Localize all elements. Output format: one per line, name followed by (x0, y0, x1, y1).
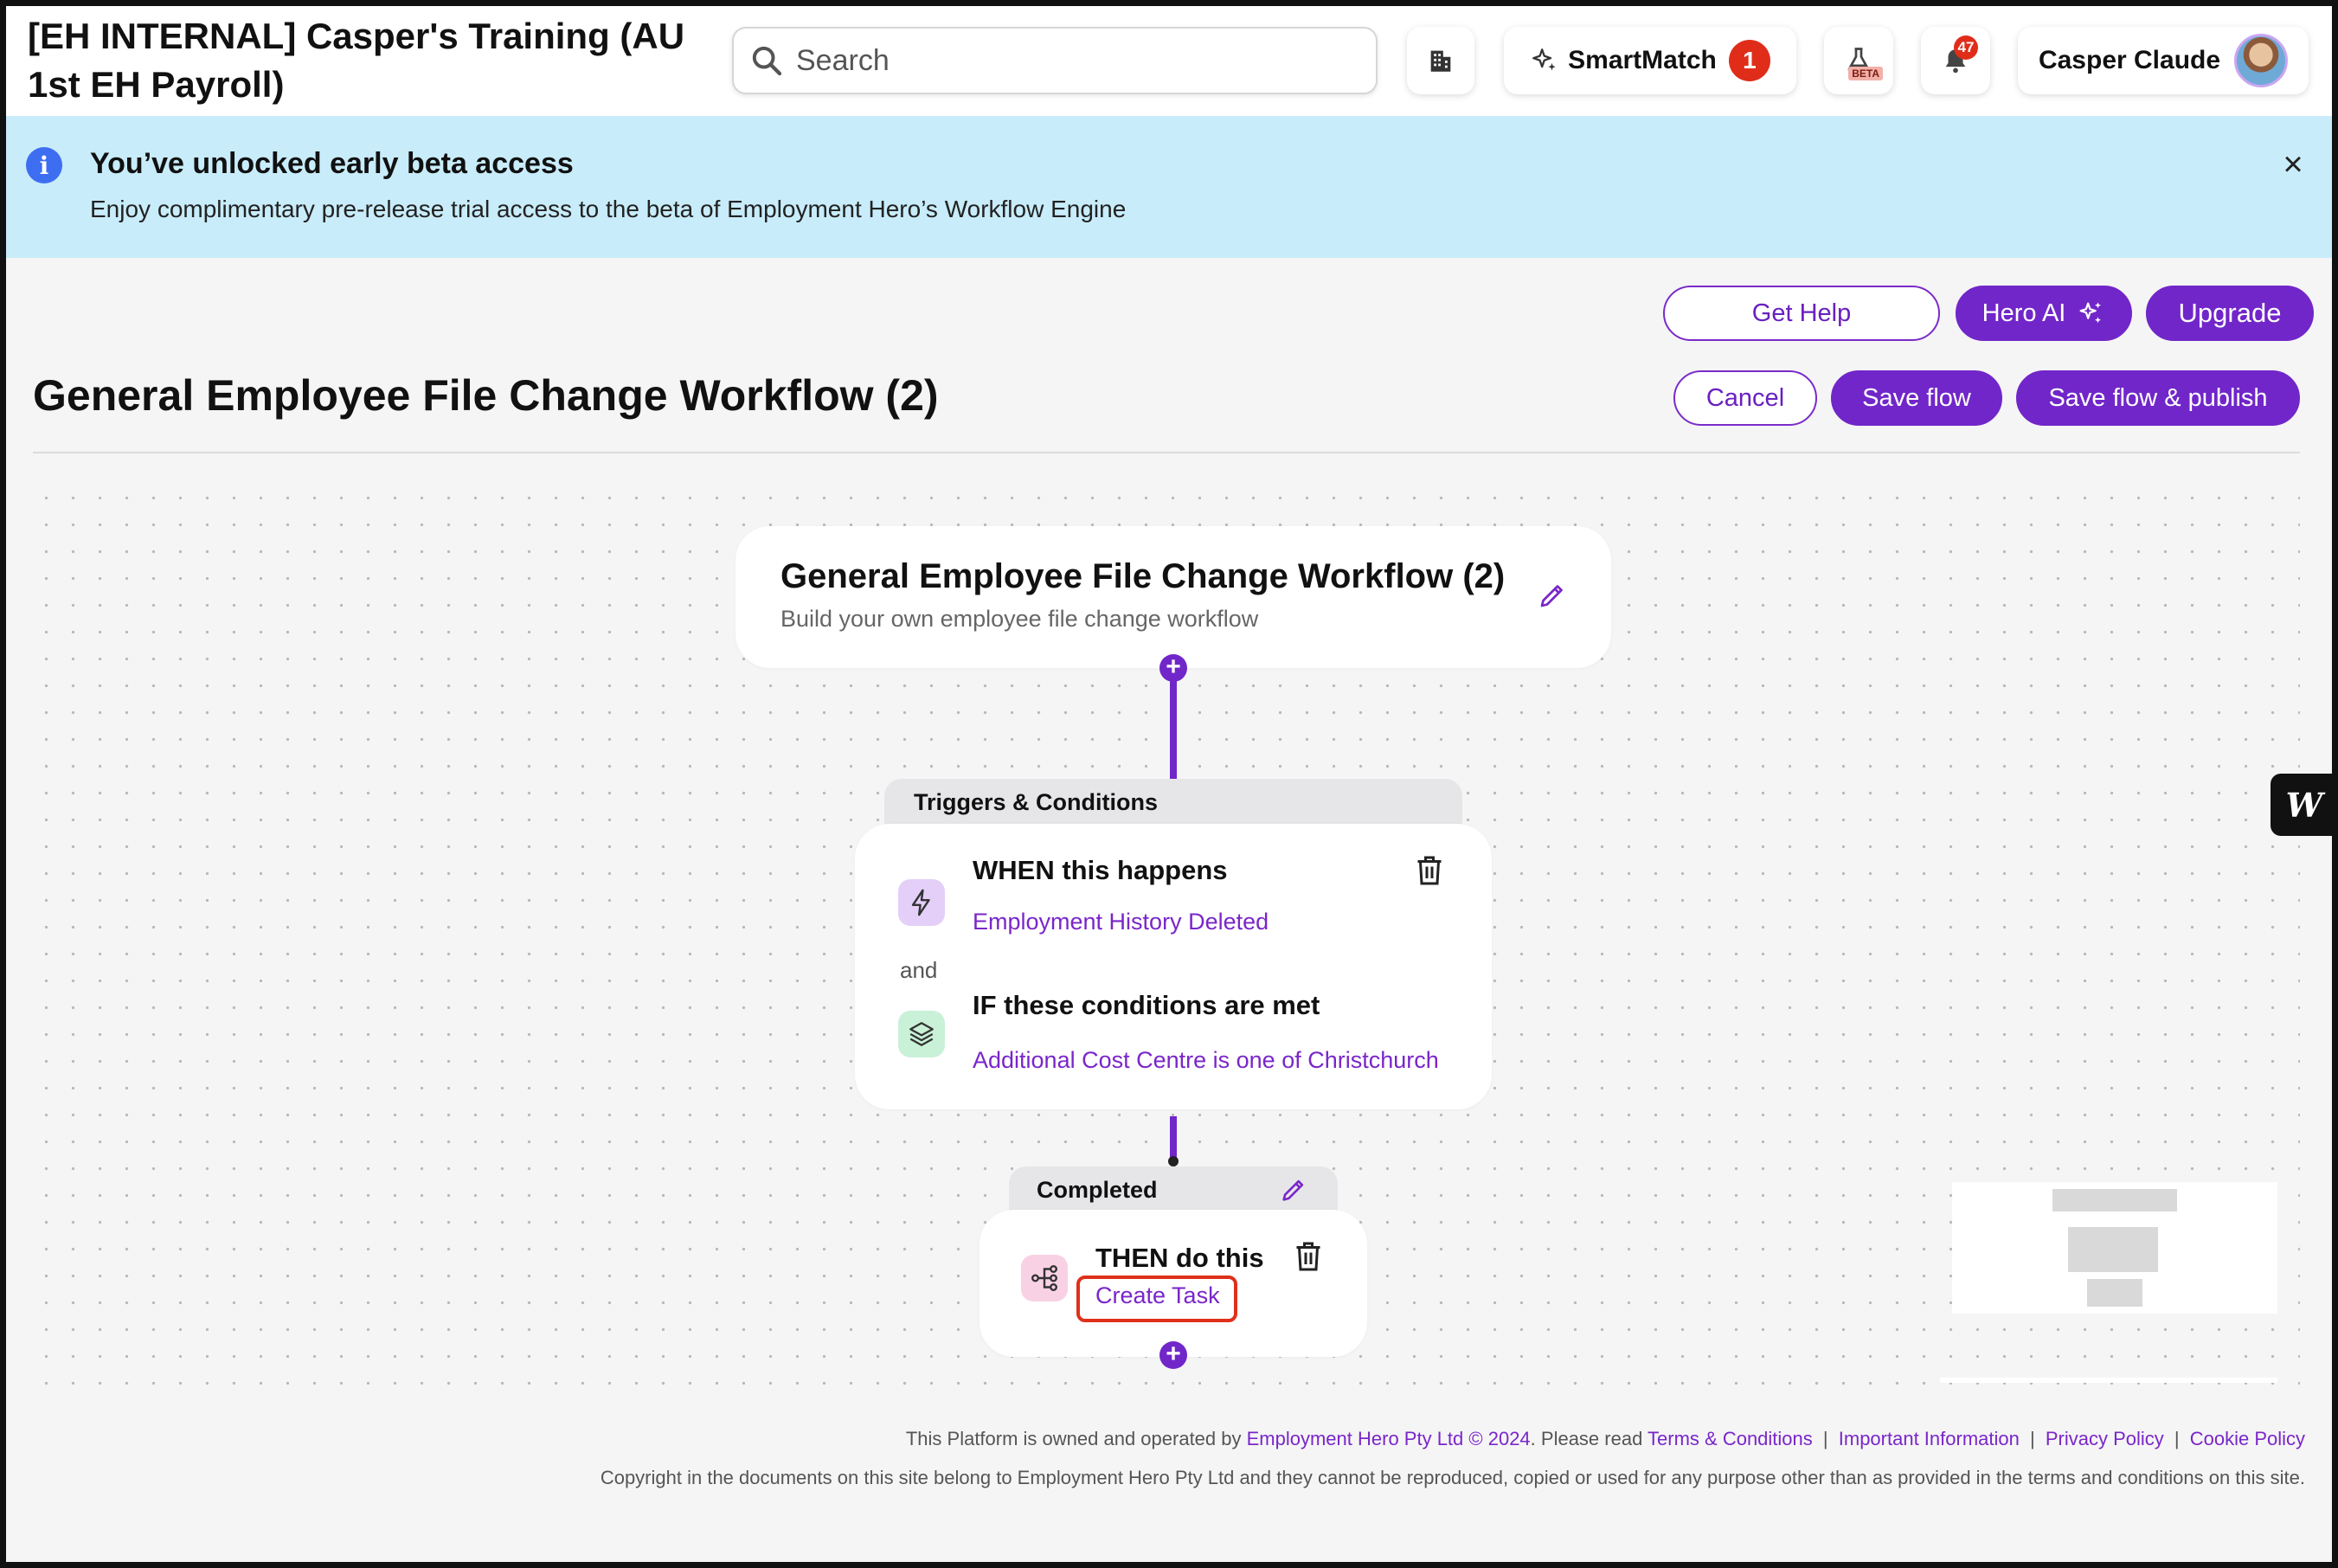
canvas-scrollbar[interactable] (1940, 1378, 2277, 1383)
lightning-icon (898, 879, 945, 926)
smartmatch-count-badge: 1 (1728, 40, 1770, 81)
privacy-policy-link[interactable]: Privacy Policy (2046, 1428, 2164, 1449)
beta-tag: BETA (1848, 67, 1883, 80)
add-step-button[interactable]: + (1159, 654, 1187, 682)
add-step-button[interactable]: + (1159, 1341, 1187, 1369)
search-input[interactable] (796, 43, 1333, 78)
page-title: General Employee File Change Workflow (2… (33, 371, 939, 420)
hero-ai-label: Hero AI (1982, 299, 2066, 327)
triggers-conditions-header: Triggers & Conditions (884, 779, 1462, 827)
notifications-button[interactable]: 47 (1921, 27, 1990, 94)
layers-icon (898, 1011, 945, 1057)
triggers-conditions-card[interactable]: WHEN this happens Employment History Del… (855, 824, 1492, 1109)
smartmatch-label: SmartMatch (1568, 46, 1717, 74)
search-box[interactable] (732, 27, 1378, 94)
hero-ai-button[interactable]: Hero AI (1956, 286, 2132, 341)
footer-separator: | (1822, 1428, 1828, 1449)
banner-text: Enjoy complimentary pre-release trial ac… (90, 196, 1127, 222)
canvas-minimap[interactable] (1952, 1182, 2277, 1314)
banner-title: You’ve unlocked early beta access (90, 147, 574, 180)
footer-copyright: Copyright in the documents on this site … (600, 1467, 2305, 1488)
completed-label: Completed (1037, 1177, 1158, 1203)
when-heading: WHEN this happens (973, 855, 1228, 885)
search-icon (752, 46, 782, 76)
close-icon[interactable]: × (2274, 145, 2312, 183)
condition-link[interactable]: Additional Cost Centre is one of Christc… (973, 1047, 1439, 1074)
footer-separator: | (2029, 1428, 2035, 1449)
upgrade-button[interactable]: Upgrade (2146, 286, 2314, 341)
notification-count-badge: 47 (1954, 35, 1978, 60)
footer-ownership: This Platform is owned and operated by E… (906, 1428, 2305, 1450)
user-name: Casper Claude (2038, 46, 2221, 74)
workflow-title-card: General Employee File Change Workflow (2… (735, 526, 1611, 668)
smartmatch-button[interactable]: SmartMatch 1 (1504, 27, 1796, 94)
footer-read-text: . Please read (1530, 1428, 1643, 1449)
organisation-title: [EH INTERNAL] Casper's Training (AU 1st … (28, 16, 685, 105)
then-heading: THEN do this (1095, 1243, 1264, 1273)
important-information-link[interactable]: Important Information (1839, 1428, 2020, 1449)
and-label: and (900, 957, 938, 983)
cookie-policy-link[interactable]: Cookie Policy (2190, 1428, 2305, 1449)
trash-icon[interactable] (1414, 853, 1445, 888)
side-widget-tab[interactable]: W (2271, 774, 2338, 836)
organisation-switch-button[interactable] (1407, 27, 1474, 94)
trigger-event-link[interactable]: Employment History Deleted (973, 909, 1269, 935)
pencil-icon[interactable] (1537, 580, 1568, 611)
minimap-node (2087, 1279, 2142, 1307)
flow-connector-line (1170, 668, 1177, 781)
user-avatar (2234, 34, 2289, 87)
beta-access-banner: i You’ve unlocked early beta access Enjo… (0, 116, 2338, 258)
get-help-button[interactable]: Get Help (1663, 286, 1940, 341)
minimap-node (2052, 1189, 2177, 1211)
footer-owned-text: This Platform is owned and operated by (905, 1428, 1242, 1449)
save-flow-publish-button[interactable]: Save flow & publish (2016, 370, 2300, 426)
save-flow-button[interactable]: Save flow (1831, 370, 2002, 426)
if-heading: IF these conditions are met (973, 990, 1320, 1020)
connector-node (1168, 1156, 1179, 1166)
pencil-icon[interactable] (1279, 1175, 1308, 1205)
info-icon: i (26, 147, 62, 183)
header-divider (33, 452, 2300, 453)
sparkle-icon (2079, 302, 2102, 324)
flow-connector-line (1170, 1116, 1177, 1160)
minimap-node (2068, 1227, 2158, 1272)
triggers-conditions-label: Triggers & Conditions (914, 789, 1159, 815)
action-card[interactable]: THEN do this Create Task (980, 1210, 1367, 1357)
footer-company-link[interactable]: Employment Hero Pty Ltd © 2024 (1247, 1428, 1531, 1449)
beta-labs-button[interactable]: BETA (1824, 27, 1893, 94)
sparkle-icon (1532, 48, 1556, 71)
building-icon (1430, 50, 1451, 72)
terms-link[interactable]: Terms & Conditions (1648, 1428, 1813, 1449)
completed-header: Completed (1009, 1166, 1338, 1215)
footer-separator: | (2174, 1428, 2180, 1449)
trash-icon[interactable] (1293, 1239, 1324, 1274)
create-task-link[interactable]: Create Task (1095, 1282, 1220, 1309)
cancel-button[interactable]: Cancel (1673, 370, 1817, 426)
top-bar: [EH INTERNAL] Casper's Training (AU 1st … (0, 0, 2338, 116)
user-menu-button[interactable]: Casper Claude (2018, 27, 2309, 94)
workflow-branch-icon (1021, 1255, 1068, 1301)
workflow-card-title: General Employee File Change Workflow (2… (780, 557, 1506, 595)
workflow-card-subtitle: Build your own employee file change work… (780, 606, 1259, 632)
